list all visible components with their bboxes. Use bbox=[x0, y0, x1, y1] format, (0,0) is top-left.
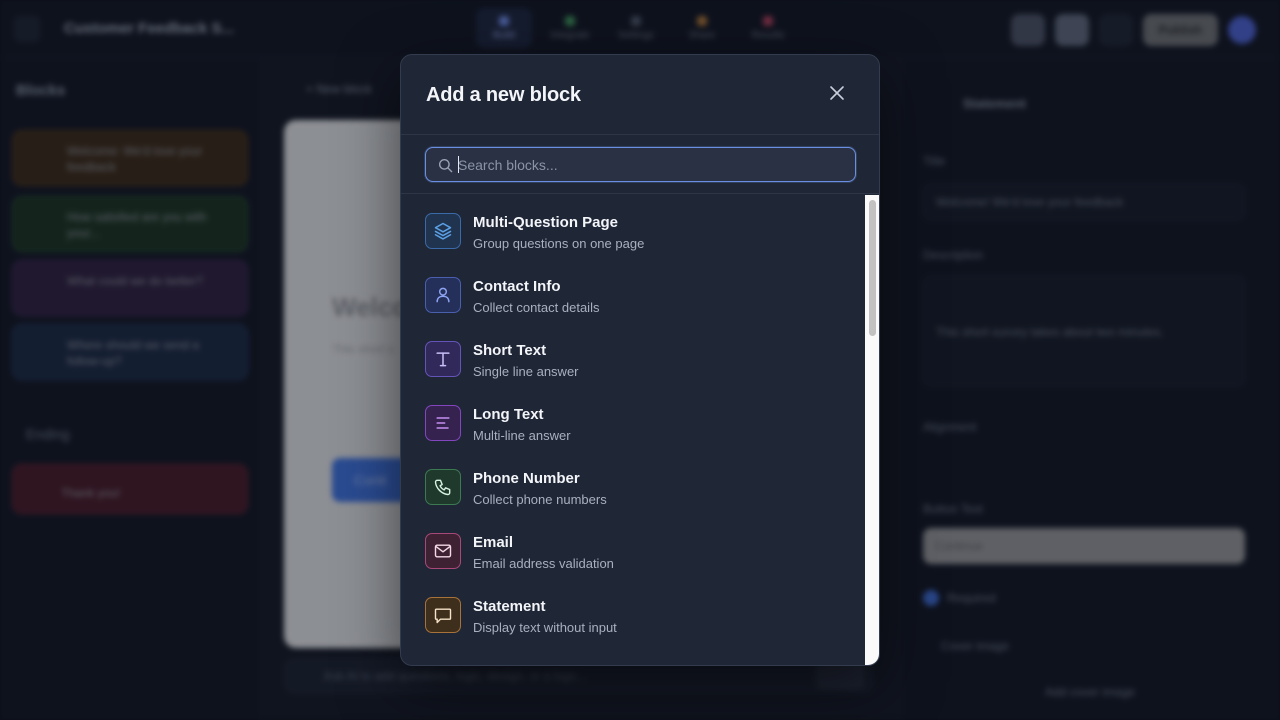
scrollbar-thumb[interactable] bbox=[869, 200, 876, 336]
close-button[interactable] bbox=[825, 81, 849, 105]
block-option-contact-info[interactable]: Contact Info Collect contact details bbox=[401, 269, 865, 333]
block-option-description: Single line answer bbox=[473, 364, 579, 379]
text-caret bbox=[458, 156, 459, 173]
phone-icon bbox=[425, 469, 461, 505]
modal-header: Add a new block bbox=[401, 55, 879, 135]
block-option-description: Email address validation bbox=[473, 556, 614, 571]
layers-icon bbox=[425, 213, 461, 249]
add-block-modal: Add a new block Multi-Question Page bbox=[400, 54, 880, 666]
block-option-title: Phone Number bbox=[473, 470, 580, 487]
scrollbar-track[interactable] bbox=[865, 195, 879, 665]
block-option-description: Collect phone numbers bbox=[473, 492, 607, 507]
block-option-description: Multi-line answer bbox=[473, 428, 571, 443]
search-input[interactable] bbox=[458, 148, 848, 181]
block-list: Multi-Question Page Group questions on o… bbox=[401, 195, 865, 665]
block-option-phone-number[interactable]: Phone Number Collect phone numbers bbox=[401, 461, 865, 525]
block-option-title: Email bbox=[473, 534, 514, 551]
search-icon bbox=[438, 158, 453, 173]
align-left-icon bbox=[425, 405, 461, 441]
block-option-title: Long Text bbox=[473, 406, 544, 423]
block-option-multi-question-page[interactable]: Multi-Question Page Group questions on o… bbox=[401, 205, 865, 269]
block-option-title: Statement bbox=[473, 598, 546, 615]
block-option-description: Group questions on one page bbox=[473, 236, 645, 251]
text-t-icon bbox=[425, 341, 461, 377]
block-option-long-text[interactable]: Long Text Multi-line answer bbox=[401, 397, 865, 461]
search-box[interactable] bbox=[425, 147, 856, 182]
user-icon bbox=[425, 277, 461, 313]
modal-title: Add a new block bbox=[426, 84, 581, 106]
search-section bbox=[401, 136, 879, 194]
block-option-statement[interactable]: Statement Display text without input bbox=[401, 589, 865, 653]
block-option-title: Short Text bbox=[473, 342, 547, 359]
message-square-icon bbox=[425, 597, 461, 633]
block-option-description: Display text without input bbox=[473, 620, 617, 635]
mail-icon bbox=[425, 533, 461, 569]
block-option-email[interactable]: Email Email address validation bbox=[401, 525, 865, 589]
block-option-short-text[interactable]: Short Text Single line answer bbox=[401, 333, 865, 397]
close-icon bbox=[830, 86, 844, 100]
block-option-title: Contact Info bbox=[473, 278, 561, 295]
block-option-title: Multi-Question Page bbox=[473, 214, 619, 231]
block-option-description: Collect contact details bbox=[473, 300, 600, 315]
